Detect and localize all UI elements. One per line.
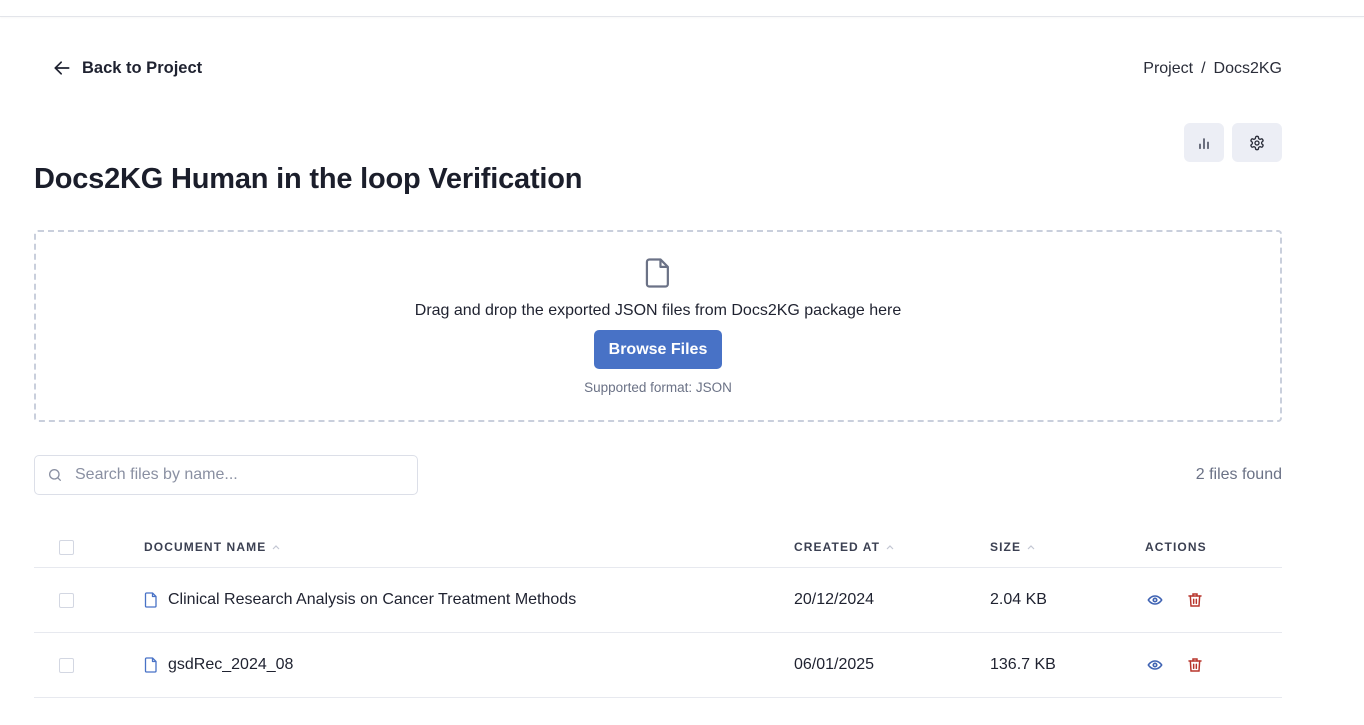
dropzone-message: Drag and drop the exported JSON files fr…	[414, 302, 902, 319]
file-count: 2 files found	[1195, 466, 1282, 483]
column-header-size[interactable]: SIZE	[990, 540, 1035, 554]
trash-icon	[1188, 593, 1202, 607]
column-header-document-name[interactable]: DOCUMENT NAME	[144, 540, 280, 554]
breadcrumb-current: Docs2KG	[1213, 60, 1282, 77]
settings-button[interactable]	[1232, 123, 1282, 162]
created-at: 06/01/2025	[794, 656, 875, 673]
delete-button[interactable]	[1185, 655, 1205, 675]
bar-chart-icon	[1199, 137, 1209, 149]
breadcrumb-separator: /	[1201, 60, 1206, 77]
column-header-label: CREATED AT	[794, 540, 881, 554]
arrow-left-icon	[54, 61, 70, 75]
table-row[interactable]: Clinical Research Analysis on Cancer Tre…	[34, 568, 1282, 633]
search-input[interactable]	[75, 466, 405, 484]
view-button[interactable]	[1145, 655, 1165, 675]
column-header-created-at[interactable]: CREATED AT	[794, 540, 894, 554]
files-table: DOCUMENT NAME CREATED AT SIZE ACTIONS Cl…	[34, 527, 1282, 698]
search-box	[34, 455, 418, 495]
file-dropzone[interactable]: Drag and drop the exported JSON files fr…	[34, 230, 1282, 422]
table-row[interactable]: gsdRec_2024_08 06/01/2025 136.7 KB	[34, 633, 1282, 698]
row-checkbox[interactable]	[59, 592, 74, 608]
supported-format-hint: Supported format: JSON	[584, 380, 732, 395]
select-all-checkbox[interactable]	[59, 539, 74, 555]
page-title: Docs2KG Human in the loop Verification	[34, 163, 583, 195]
sort-ascending-icon	[272, 545, 280, 550]
back-to-project-link[interactable]: Back to Project	[52, 58, 202, 78]
row-checkbox[interactable]	[59, 657, 74, 673]
sort-ascending-icon	[1027, 545, 1035, 550]
back-link-label: Back to Project	[82, 58, 203, 77]
search-icon	[49, 469, 61, 481]
document-icon	[144, 657, 157, 673]
document-name[interactable]: gsdRec_2024_08	[168, 656, 293, 674]
delete-button[interactable]	[1185, 590, 1205, 610]
column-header-label: ACTIONS	[1145, 540, 1207, 554]
column-header-actions: ACTIONS	[1145, 540, 1207, 554]
column-header-label: DOCUMENT NAME	[144, 540, 267, 554]
file-size: 136.7 KB	[990, 656, 1056, 673]
breadcrumb: Project / Docs2KG	[1143, 60, 1282, 78]
trash-icon	[1188, 658, 1202, 672]
table-header: DOCUMENT NAME CREATED AT SIZE ACTIONS	[34, 527, 1282, 568]
sort-ascending-icon	[886, 545, 894, 550]
created-at: 20/12/2024	[794, 591, 875, 608]
column-header-label: SIZE	[990, 540, 1022, 554]
top-bar	[0, 0, 1364, 17]
browse-files-button[interactable]: Browse Files	[594, 330, 722, 369]
document-icon	[144, 592, 157, 608]
file-icon	[645, 258, 669, 288]
gear-icon	[1250, 135, 1264, 150]
statistics-button[interactable]	[1184, 123, 1224, 162]
eye-icon	[1147, 595, 1163, 605]
breadcrumb-project[interactable]: Project	[1143, 60, 1193, 78]
view-button[interactable]	[1145, 590, 1165, 610]
document-name[interactable]: Clinical Research Analysis on Cancer Tre…	[168, 591, 576, 609]
eye-icon	[1147, 660, 1163, 670]
file-size: 2.04 KB	[990, 591, 1047, 608]
